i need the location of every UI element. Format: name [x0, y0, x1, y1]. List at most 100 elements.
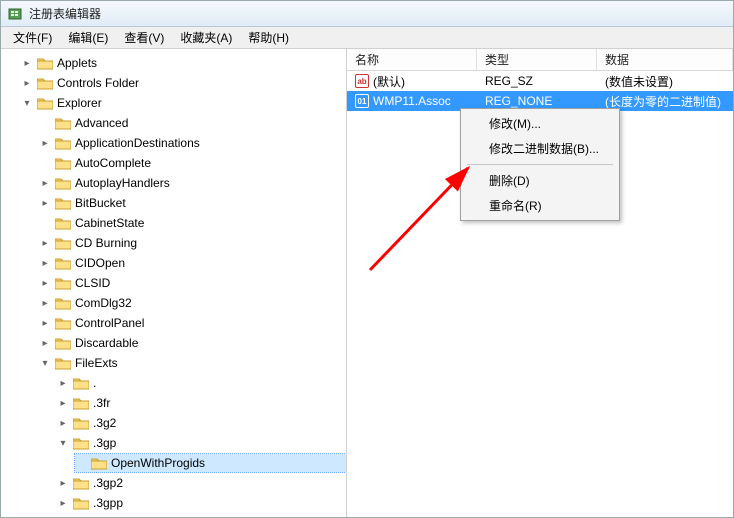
tree-label: CIDOpen	[75, 256, 125, 270]
expand-icon[interactable]: ▸	[21, 57, 33, 69]
expand-icon[interactable]: ▸	[39, 317, 51, 329]
tree-node[interactable]: ▸ Discardable	[39, 334, 346, 352]
tree-node[interactable]: ▸ Controls Folder	[21, 74, 346, 92]
app-icon	[7, 6, 23, 22]
collapse-icon[interactable]: ▾	[21, 97, 33, 109]
tree-node[interactable]: ▸Applets	[21, 54, 346, 72]
tree-label: .3gp	[93, 436, 116, 450]
value-type: REG_NONE	[477, 94, 597, 108]
titlebar[interactable]: 注册表编辑器	[1, 1, 733, 27]
folder-icon	[37, 97, 53, 110]
title-text: 注册表编辑器	[29, 5, 101, 22]
menu-view[interactable]: 查看(V)	[116, 27, 172, 48]
tree-label: CabinetState	[75, 216, 144, 230]
tree-node[interactable]: ▸ .3g2	[57, 414, 346, 432]
list-body[interactable]: ab(默认)REG_SZ(数值未设置)01WMP11.AssocREG_NONE…	[347, 71, 733, 111]
expand-icon[interactable]: ▸	[39, 257, 51, 269]
menu-help[interactable]: 帮助(H)	[240, 27, 297, 48]
tree-panel[interactable]: ▸Applets▸Controls Folder▾ExplorerAdvance…	[1, 49, 347, 517]
tree-node[interactable]: ▸.	[57, 374, 346, 392]
ctx-modify-binary[interactable]: 修改二进制数据(B)...	[463, 136, 617, 161]
folder-icon	[73, 477, 89, 490]
folder-icon	[73, 497, 89, 510]
tree-label: CLSID	[75, 276, 110, 290]
menu-favorites[interactable]: 收藏夹(A)	[172, 27, 240, 48]
collapse-icon[interactable]: ▾	[39, 357, 51, 369]
tree-node[interactable]: ▸ .3gpp	[57, 494, 346, 512]
tree-label: Discardable	[75, 336, 138, 350]
folder-icon	[55, 317, 71, 330]
expand-icon[interactable]: ▸	[39, 177, 51, 189]
col-name[interactable]: 名称	[347, 49, 477, 70]
value-name: (默认)	[373, 73, 405, 90]
menu-file[interactable]: 文件(F)	[5, 27, 60, 48]
tree-label: .AAC	[93, 516, 121, 517]
tree-label: FileExts	[75, 356, 118, 370]
ctx-modify[interactable]: 修改(M)...	[463, 111, 617, 136]
client-area: ▸Applets▸Controls Folder▾ExplorerAdvance…	[1, 49, 733, 517]
tree-label: Controls Folder	[57, 76, 139, 90]
tree-node[interactable]: ▾Explorer	[21, 94, 346, 112]
tree-label: ControlPanel	[75, 316, 144, 330]
value-row[interactable]: ab (默认) REG_SZ(数值未设置)	[347, 71, 733, 91]
tree-node[interactable]: ▸ ControlPanel	[39, 314, 346, 332]
tree-node[interactable]: ▾ FileExts	[39, 354, 346, 372]
folder-icon	[55, 277, 71, 290]
expand-icon[interactable]: ▸	[39, 337, 51, 349]
value-data: (数值未设置)	[597, 73, 733, 90]
expand-icon[interactable]: ▸	[39, 277, 51, 289]
tree-node[interactable]: ▸ .3fr	[57, 394, 346, 412]
folder-icon	[73, 437, 89, 450]
tree-label: ApplicationDestinations	[75, 136, 200, 150]
tree-node[interactable]: CabinetState	[39, 214, 346, 232]
tree-label: AutoplayHandlers	[75, 176, 170, 190]
folder-icon	[37, 77, 53, 90]
expand-icon[interactable]: ▸	[57, 417, 69, 429]
tree-node[interactable]: ▸.AAC	[57, 514, 346, 517]
tree-label: .3g2	[93, 416, 116, 430]
tree-node[interactable]: OpenWithProgids	[75, 454, 346, 472]
tree-label: Advanced	[75, 116, 128, 130]
tree-label: BitBucket	[75, 196, 126, 210]
menubar: 文件(F) 编辑(E) 查看(V) 收藏夹(A) 帮助(H)	[1, 27, 733, 49]
expand-icon[interactable]: ▸	[39, 197, 51, 209]
expand-icon[interactable]: ▸	[39, 137, 51, 149]
expand-icon[interactable]: ▸	[57, 477, 69, 489]
regedit-window: 注册表编辑器 文件(F) 编辑(E) 查看(V) 收藏夹(A) 帮助(H) ▸A…	[0, 0, 734, 518]
folder-icon	[73, 397, 89, 410]
tree-node[interactable]: ▸ AutoplayHandlers	[39, 174, 346, 192]
string-value-icon: ab	[355, 74, 369, 88]
tree-node[interactable]: Advanced	[39, 114, 346, 132]
tree-node[interactable]: ▸ CLSID	[39, 274, 346, 292]
folder-icon	[55, 177, 71, 190]
tree-node[interactable]: AutoComplete	[39, 154, 346, 172]
folder-icon	[55, 297, 71, 310]
tree-node[interactable]: ▸ComDlg32	[39, 294, 346, 312]
ctx-delete[interactable]: 删除(D)	[463, 168, 617, 193]
collapse-icon[interactable]: ▾	[57, 437, 69, 449]
ctx-rename[interactable]: 重命名(R)	[463, 193, 617, 218]
folder-icon	[55, 257, 71, 270]
expand-icon[interactable]: ▸	[57, 497, 69, 509]
tree-node[interactable]: ▸ BitBucket	[39, 194, 346, 212]
folder-icon	[55, 357, 71, 370]
expand-icon[interactable]: ▸	[57, 377, 69, 389]
expand-icon[interactable]: ▸	[39, 297, 51, 309]
tree-node[interactable]: ▸ CIDOpen	[39, 254, 346, 272]
tree-node[interactable]: ▸CD Burning	[39, 234, 346, 252]
tree-node[interactable]: ▸.3gp2	[57, 474, 346, 492]
binary-value-icon: 01	[355, 94, 369, 108]
col-type[interactable]: 类型	[477, 49, 597, 70]
tree-label: .3fr	[93, 396, 110, 410]
value-data: (长度为零的二进制值)	[597, 93, 733, 110]
value-type: REG_SZ	[477, 74, 597, 88]
tree-node[interactable]: ▸ ApplicationDestinations	[39, 134, 346, 152]
tree-label: .3gpp	[93, 496, 123, 510]
folder-icon	[73, 377, 89, 390]
tree-node[interactable]: ▾ .3gp	[57, 434, 346, 452]
menu-edit[interactable]: 编辑(E)	[60, 27, 116, 48]
expand-icon[interactable]: ▸	[21, 77, 33, 89]
expand-icon[interactable]: ▸	[57, 397, 69, 409]
col-data[interactable]: 数据	[597, 49, 733, 70]
expand-icon[interactable]: ▸	[39, 237, 51, 249]
